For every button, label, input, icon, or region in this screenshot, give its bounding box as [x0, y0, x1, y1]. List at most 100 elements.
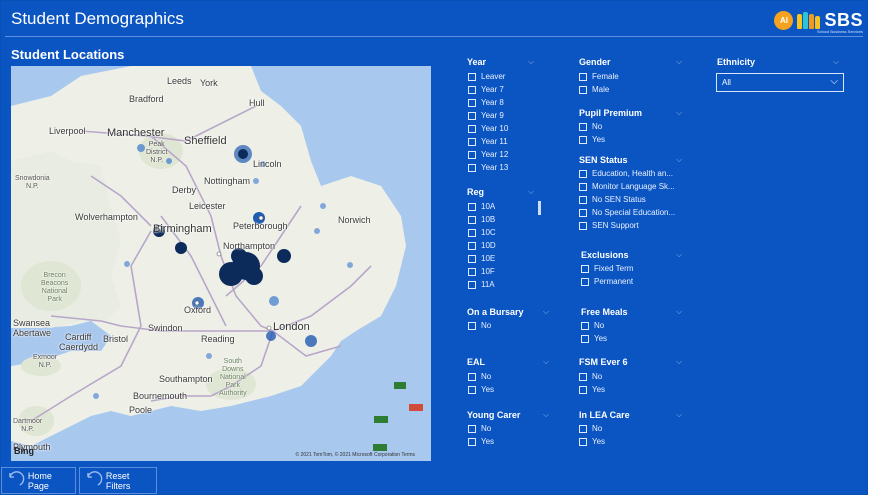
checkbox[interactable]: [581, 334, 589, 343]
reset-filters-button[interactable]: Reset Filters: [79, 467, 157, 494]
slicer-option-fsm-ever6[interactable]: Yes: [579, 384, 605, 395]
slicer-option-reg[interactable]: 10C: [468, 227, 496, 238]
checkbox[interactable]: [579, 221, 587, 230]
checkbox[interactable]: [468, 98, 476, 107]
checkbox[interactable]: [579, 72, 587, 81]
checkbox[interactable]: [468, 437, 476, 446]
checkbox[interactable]: [468, 124, 476, 133]
ethnicity-dropdown[interactable]: All ⌵: [716, 73, 844, 92]
slicer-option-reg[interactable]: 10E: [468, 253, 495, 264]
chevron-down-icon[interactable]: ⌵: [543, 307, 549, 317]
slicer-option-reg[interactable]: 10D: [468, 240, 496, 251]
checkbox[interactable]: [468, 111, 476, 120]
checkbox[interactable]: [468, 72, 476, 81]
slicer-option-fsm-ever6[interactable]: No: [579, 371, 602, 382]
checkbox[interactable]: [468, 202, 476, 211]
checkbox[interactable]: [579, 372, 587, 381]
option-label: Yes: [592, 135, 606, 144]
slicer-option-gender[interactable]: Female: [579, 71, 619, 82]
checkbox[interactable]: [468, 280, 476, 289]
slicer-option-exclusions[interactable]: Fixed Term: [581, 263, 633, 274]
map-attribution[interactable]: © 2021 TomTom, © 2021 Microsoft Corporat…: [296, 452, 415, 458]
slicer-option-year[interactable]: Year 8: [468, 97, 504, 108]
checkbox[interactable]: [468, 385, 476, 394]
chevron-down-icon[interactable]: ⌵: [833, 57, 839, 67]
checkbox[interactable]: [579, 122, 587, 131]
checkbox[interactable]: [579, 437, 587, 446]
checkbox[interactable]: [468, 372, 476, 381]
slicer-option-year[interactable]: Year 7: [468, 84, 504, 95]
slicer-option-year[interactable]: Year 11: [468, 136, 508, 147]
slicer-eal-title: EAL: [467, 357, 485, 367]
chevron-down-icon[interactable]: ⌵: [676, 250, 682, 260]
slicer-option-year[interactable]: Year 13: [468, 162, 508, 173]
slicer-option-sen-status[interactable]: Monitor Language Sk...: [579, 181, 675, 192]
checkbox[interactable]: [468, 321, 476, 330]
chevron-down-icon[interactable]: ⌵: [676, 155, 682, 165]
chevron-down-icon[interactable]: ⌵: [528, 57, 534, 67]
checkbox[interactable]: [468, 228, 476, 237]
slicer-option-free-meals[interactable]: No: [581, 320, 604, 331]
map-label-lincoln: Lincoln: [253, 159, 282, 169]
avatar[interactable]: AI: [774, 10, 794, 30]
checkbox[interactable]: [468, 163, 476, 172]
student-locations-map[interactable]: Leeds York Bradford Hull Liverpool Manch…: [11, 66, 431, 461]
slicer-option-eal[interactable]: No: [468, 371, 491, 382]
checkbox[interactable]: [579, 135, 587, 144]
brand-tagline: School Business Services: [816, 29, 863, 34]
slicer-option-sen-status[interactable]: Education, Health an...: [579, 168, 673, 179]
checkbox[interactable]: [468, 424, 476, 433]
chevron-down-icon[interactable]: ⌵: [676, 57, 682, 67]
checkbox[interactable]: [579, 208, 587, 217]
checkbox[interactable]: [579, 85, 587, 94]
slicer-option-pupil-premium[interactable]: No: [579, 121, 602, 132]
chevron-down-icon[interactable]: ⌵: [543, 357, 549, 367]
slicer-option-young-carer[interactable]: No: [468, 423, 491, 434]
checkbox[interactable]: [579, 385, 587, 394]
option-label: Yes: [592, 437, 606, 446]
slicer-option-sen-status[interactable]: No SEN Status: [579, 194, 646, 205]
checkbox[interactable]: [468, 267, 476, 276]
checkbox[interactable]: [468, 137, 476, 146]
slicer-option-lea-care[interactable]: No: [579, 423, 602, 434]
slicer-option-reg[interactable]: 10A: [468, 201, 495, 212]
checkbox[interactable]: [468, 241, 476, 250]
slicer-option-bursary[interactable]: No: [468, 320, 491, 331]
slicer-option-reg[interactable]: 11A: [468, 279, 495, 290]
checkbox[interactable]: [468, 150, 476, 159]
checkbox[interactable]: [468, 254, 476, 263]
checkbox[interactable]: [579, 182, 587, 191]
slicer-option-pupil-premium[interactable]: Yes: [579, 134, 605, 145]
chevron-down-icon[interactable]: ⌵: [676, 108, 682, 118]
checkbox[interactable]: [468, 215, 476, 224]
slicer-option-year[interactable]: Year 10: [468, 123, 508, 134]
chevron-down-icon[interactable]: ⌵: [676, 307, 682, 317]
map-label-oxford: Oxford: [184, 305, 212, 315]
checkbox[interactable]: [579, 424, 587, 433]
chevron-down-icon[interactable]: ⌵: [528, 187, 534, 197]
checkbox[interactable]: [581, 321, 589, 330]
slicer-option-reg[interactable]: 10B: [468, 214, 495, 225]
slicer-option-lea-care[interactable]: Yes: [579, 436, 605, 447]
slicer-option-year[interactable]: Year 9: [468, 110, 504, 121]
reg-scrollbar[interactable]: [538, 201, 541, 215]
chevron-down-icon[interactable]: ⌵: [676, 410, 682, 420]
slicer-option-free-meals[interactable]: Yes: [581, 333, 607, 344]
checkbox[interactable]: [581, 264, 589, 273]
home-page-button[interactable]: Home Page: [1, 467, 76, 494]
checkbox[interactable]: [468, 85, 476, 94]
slicer-option-sen-status[interactable]: SEN Support: [579, 220, 639, 231]
checkbox[interactable]: [579, 169, 587, 178]
chevron-down-icon[interactable]: ⌵: [676, 357, 682, 367]
slicer-option-exclusions[interactable]: Permanent: [581, 276, 633, 287]
slicer-option-eal[interactable]: Yes: [468, 384, 494, 395]
chevron-down-icon[interactable]: ⌵: [543, 410, 549, 420]
checkbox[interactable]: [581, 277, 589, 286]
slicer-option-year[interactable]: Year 12: [468, 149, 508, 160]
slicer-option-young-carer[interactable]: Yes: [468, 436, 494, 447]
checkbox[interactable]: [579, 195, 587, 204]
slicer-option-reg[interactable]: 10F: [468, 266, 495, 277]
slicer-option-gender[interactable]: Male: [579, 84, 609, 95]
slicer-option-year[interactable]: Leaver: [468, 71, 505, 82]
slicer-option-sen-status[interactable]: No Special Education...: [579, 207, 675, 218]
